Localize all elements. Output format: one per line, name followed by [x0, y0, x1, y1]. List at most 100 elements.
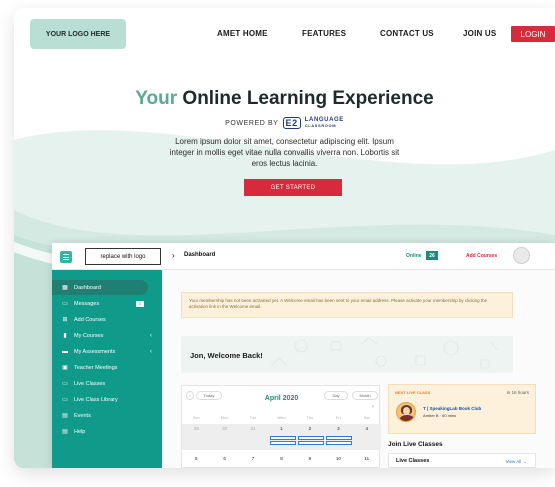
library-icon: ▭ [62, 397, 68, 403]
logo-placeholder[interactable]: YOUR LOGO HERE [30, 19, 126, 49]
calendar-day[interactable]: 29 [182, 426, 210, 450]
sidebar-item-label: Help [74, 428, 86, 435]
sidebar-item-label: Messages [74, 300, 100, 307]
calendar-weekdays: Sun Mon Tue Wed Thu Fri Sat [182, 415, 381, 423]
calendar-event-chip[interactable] [270, 441, 296, 445]
assessment-icon: ▬ [62, 348, 68, 355]
calendar-week: 5 6 7 8 9 10 11 [182, 456, 381, 468]
teacher-avatar [396, 402, 416, 422]
calendar-event-chip[interactable] [298, 436, 324, 440]
chevron-left-icon: ‹ [150, 348, 152, 355]
weekday: Sun [192, 415, 200, 420]
calendar-widget: ‹ Today April 2020 Day Month › Sun Mon T… [181, 385, 381, 468]
messages-badge: 2 [136, 300, 144, 307]
calendar-day[interactable]: 30 [210, 426, 238, 450]
next-live-class-card[interactable]: NEXT LIVE CLASS in 16 hours T | Speaking… [388, 384, 536, 434]
nav-link-features[interactable]: FEATURES [302, 29, 346, 38]
main-content: Your membership has not been activated y… [162, 270, 555, 468]
calendar-day[interactable]: 4 [353, 426, 381, 450]
weekday: Mon [220, 415, 229, 420]
brand-logo-icon: E2 [282, 117, 301, 129]
sidebar: ▦ Dashboard ▭ Messages 2 ⊞ Add Courses ▮… [52, 270, 162, 468]
calendar-day[interactable]: 9 [296, 456, 324, 468]
events-icon: ▤ [62, 413, 68, 419]
calendar-day[interactable]: 5 [182, 456, 210, 468]
add-courses-link[interactable]: Add Courses [466, 253, 497, 259]
month-view-button[interactable]: Month [352, 391, 378, 400]
chevron-right-icon: › [172, 251, 175, 260]
calendar-icon: ▣ [62, 365, 68, 371]
sidebar-item-dashboard[interactable]: ▦ Dashboard [52, 280, 148, 295]
landing-page: YOUR LOGO HERE AMET HOME FEATURES CONTAC… [14, 8, 555, 468]
calendar-event-chip[interactable] [298, 441, 324, 445]
next-live-class-sub: Amber B · 60 mins [423, 413, 457, 418]
monitor-icon: ▭ [62, 381, 68, 387]
next-live-class-title: T | SpeakingLab Book Club [423, 406, 482, 411]
sidebar-item-my-assessments[interactable]: ▬ My Assessments ‹ [52, 344, 162, 359]
add-courses-icon: ⊞ [62, 317, 68, 323]
sidebar-item-label: Dashboard [74, 284, 101, 291]
book-icon: ▮ [63, 333, 67, 339]
sidebar-item-live-classes[interactable]: ▭ Live Classes [52, 376, 162, 391]
hero-title-accent: Your [135, 88, 178, 109]
menu-icon[interactable] [60, 251, 72, 263]
calendar-next-icon[interactable]: › [372, 404, 374, 410]
powered-by: POWERED BY E2 LANGUAGE CLASSROOM [14, 117, 555, 129]
nav-link-join[interactable]: JOIN US [463, 29, 496, 38]
weekday: Tue [249, 415, 257, 420]
calendar-day[interactable]: 10 [324, 456, 352, 468]
weekday: Thu [306, 415, 314, 420]
live-classes-header: Live Classes View All → [388, 453, 536, 468]
sidebar-item-label: Teacher Meetings [74, 364, 118, 371]
calendar-day[interactable]: 6 [210, 456, 238, 468]
next-live-class-time: in 16 hours [506, 390, 529, 395]
calendar-event-chip[interactable] [270, 436, 296, 440]
dashboard-preview: replace with logo › Dashboard Online 26 … [52, 243, 555, 468]
online-count-badge: 26 [426, 251, 438, 260]
calendar-events [298, 436, 324, 446]
calendar-day[interactable]: 11 [353, 456, 381, 468]
sidebar-item-label: Add Courses [74, 316, 106, 323]
weekday: Fri [335, 415, 341, 420]
user-avatar[interactable] [513, 247, 530, 264]
brand-name: LANGUAGE CLASSROOM [305, 117, 344, 129]
live-classes-label: Live Classes [396, 458, 430, 464]
nav-link-contact[interactable]: CONTACT US [380, 29, 434, 38]
breadcrumb: Dashboard [184, 252, 216, 258]
sidebar-item-label: Events [74, 412, 91, 419]
sidebar-item-help[interactable]: ▤ Help [52, 424, 162, 439]
next-live-class-tag: NEXT LIVE CLASS [395, 390, 431, 395]
sidebar-item-messages[interactable]: ▭ Messages 2 [52, 296, 162, 311]
sidebar-item-label: My Courses [74, 332, 104, 339]
login-button[interactable]: LOGIN [511, 26, 555, 42]
sidebar-item-my-courses[interactable]: ▮ My Courses ‹ [52, 328, 162, 343]
day-view-button[interactable]: Day [324, 391, 348, 400]
calendar-event-chip[interactable] [326, 436, 352, 440]
powered-by-label: POWERED BY [225, 119, 279, 127]
get-started-button[interactable]: GET STARTED [244, 179, 342, 196]
message-icon: ▭ [62, 301, 68, 307]
hero-title: Your Online Learning Experience [14, 88, 555, 110]
view-all-link[interactable]: View All → [506, 459, 527, 464]
app-logo-placeholder[interactable]: replace with logo [85, 248, 161, 265]
sidebar-item-events[interactable]: ▤ Events [52, 408, 162, 423]
help-icon: ▤ [62, 429, 68, 435]
calendar-event-chip[interactable] [326, 441, 352, 445]
hero-lead: Lorem ipsum dolor sit amet, consectetur … [169, 137, 400, 168]
activation-notice: Your membership has not been activated y… [181, 292, 513, 318]
sidebar-item-label: Live Classes [74, 380, 106, 387]
nav-link-home[interactable]: AMET HOME [217, 29, 268, 38]
app-topbar: replace with logo › Dashboard Online 26 … [52, 243, 555, 270]
calendar-day[interactable]: 31 [239, 426, 267, 450]
chevron-left-icon: ‹ [150, 332, 152, 339]
online-label: Online [406, 253, 422, 259]
calendar-day[interactable]: 8 [267, 456, 295, 468]
weekday: Wed [277, 415, 286, 420]
welcome-banner: Jon, Welcome Back! [181, 336, 513, 373]
sidebar-item-live-class-library[interactable]: ▭ Live Class Library [52, 392, 162, 407]
sidebar-item-label: Live Class Library [74, 396, 118, 403]
hero-title-rest: Online Learning Experience [182, 88, 434, 109]
sidebar-item-teacher-meetings[interactable]: ▣ Teacher Meetings [52, 360, 162, 375]
calendar-day[interactable]: 7 [239, 456, 267, 468]
sidebar-item-add-courses[interactable]: ⊞ Add Courses [52, 312, 162, 327]
